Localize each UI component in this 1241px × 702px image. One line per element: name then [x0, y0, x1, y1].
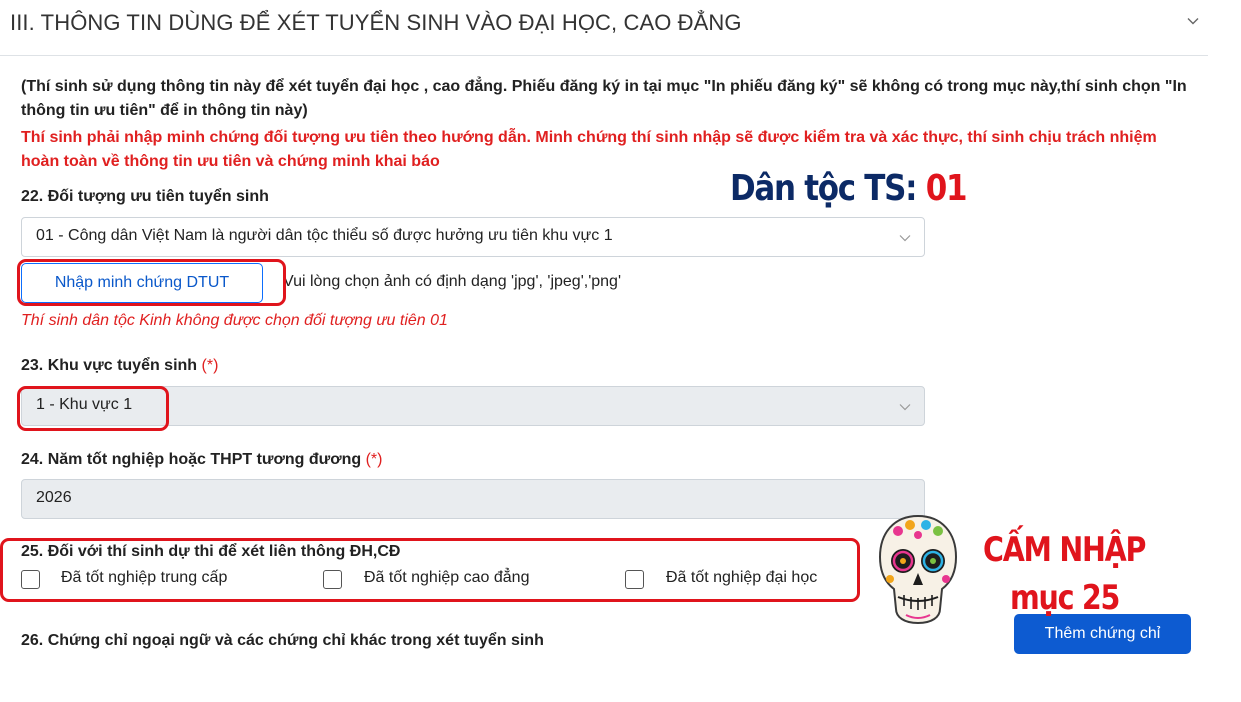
- highlight-area-select: [17, 386, 169, 431]
- priority-warning-note: Thí sinh phải nhập minh chứng đối tượng …: [21, 129, 1157, 170]
- ethnicity-annotation-label: Dân tộc TS:: [730, 168, 918, 209]
- file-format-hint: Vui lòng chọn ảnh có định dạng 'jpg', 'j…: [283, 273, 621, 290]
- priority-object-selected: 01 - Công dân Việt Nam là người dân tộc …: [36, 227, 613, 244]
- chevron-down-icon[interactable]: [1186, 14, 1200, 28]
- field-24-label: 24. Năm tốt nghiệp hoặc THPT tương đương…: [21, 451, 382, 469]
- ethnicity-annotation-value: 01: [925, 168, 968, 209]
- add-certificate-button[interactable]: Thêm chứng chỉ: [1014, 614, 1191, 654]
- highlight-field-25: [0, 538, 860, 602]
- field-22-label: 22. Đối tượng ưu tiên tuyển sinh: [21, 188, 269, 205]
- field-24-label-text: 24. Năm tốt nghiệp hoặc THPT tương đương: [21, 451, 362, 468]
- info-note: (Thí sinh sử dụng thông tin này để xét t…: [21, 78, 1187, 119]
- required-mark: (*): [201, 357, 219, 374]
- forbidden-annotation-line2: mục 25: [1010, 578, 1120, 618]
- field-23-label-text: 23. Khu vực tuyển sinh: [21, 357, 198, 374]
- sugar-skull-icon: [878, 514, 958, 625]
- required-mark: (*): [365, 451, 383, 468]
- chevron-down-icon: [899, 404, 911, 411]
- forbidden-annotation-line1: CẤM NHẬP: [983, 530, 1146, 570]
- section-title: III. THÔNG TIN DÙNG ĐỂ XÉT TUYỂN SINH VÀ…: [10, 10, 742, 35]
- graduation-year-input[interactable]: 2026: [21, 479, 925, 519]
- graduation-year-value: 2026: [36, 489, 72, 506]
- field-26-label: 26. Chứng chỉ ngoại ngữ và các chứng chỉ…: [21, 632, 544, 649]
- chevron-down-icon: [899, 235, 911, 242]
- kinh-ethnicity-warning: Thí sinh dân tộc Kinh không được chọn đố…: [21, 312, 448, 329]
- priority-object-select[interactable]: 01 - Công dân Việt Nam là người dân tộc …: [21, 217, 925, 257]
- ethnicity-annotation: Dân tộc TS: 01: [730, 168, 968, 209]
- field-23-label: 23. Khu vực tuyển sinh (*): [21, 357, 218, 375]
- section-header[interactable]: III. THÔNG TIN DÙNG ĐỂ XÉT TUYỂN SINH VÀ…: [0, 0, 1208, 56]
- highlight-evidence-button: [17, 259, 286, 306]
